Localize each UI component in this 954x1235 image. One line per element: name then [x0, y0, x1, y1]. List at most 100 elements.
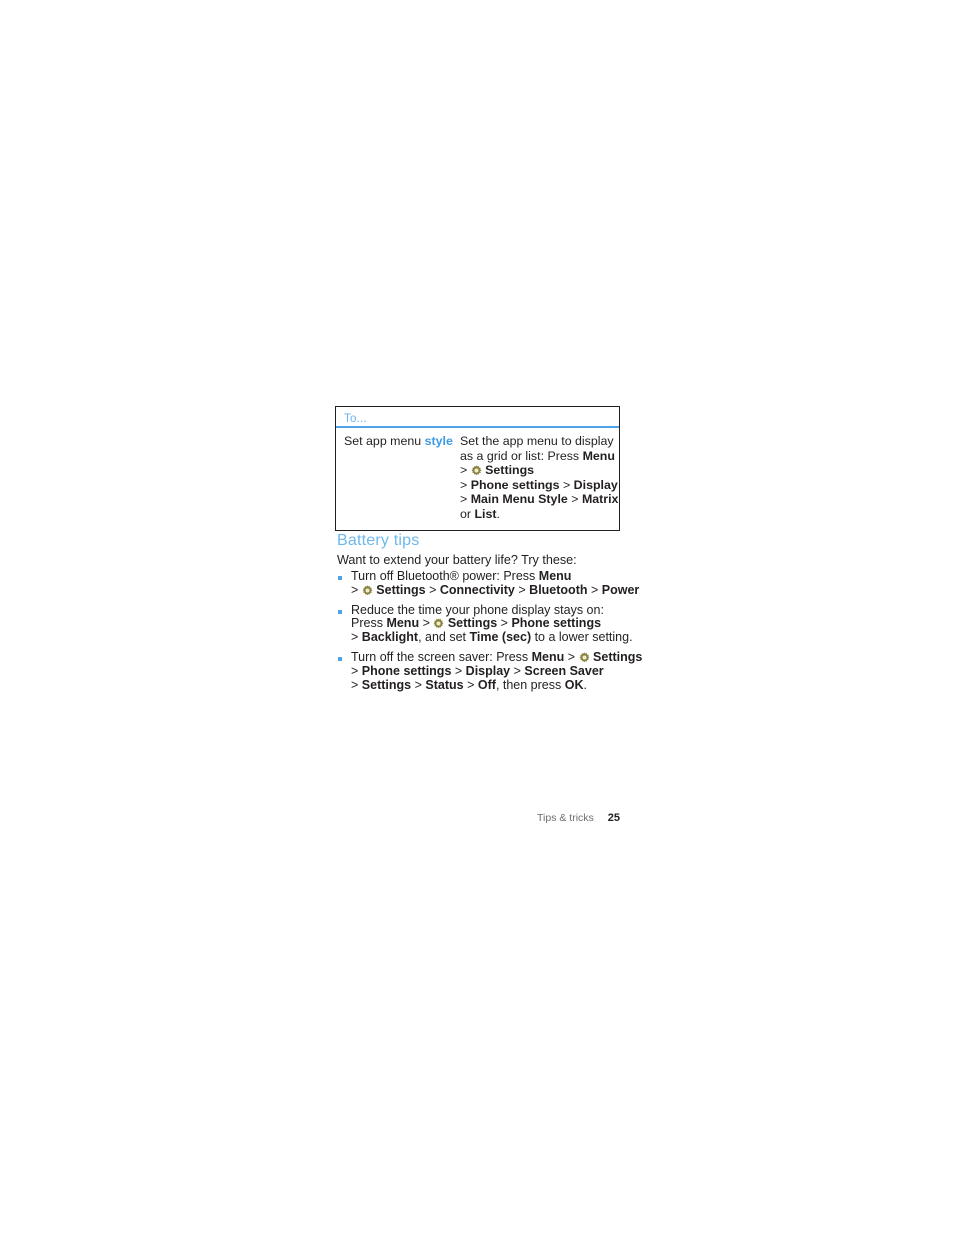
chevron-right-text: > [429, 582, 437, 597]
desc-line-2-plain: as a grid or list: Press [460, 448, 583, 463]
bullet-1-line-2: > Settings > Connectivity > Bluetooth > … [351, 582, 639, 598]
chevron-right-text: > [351, 677, 359, 692]
bullet-1-bold-connectivity: Connectivity [439, 582, 515, 597]
desc-line-6-end: . [496, 506, 500, 521]
document-page: To... Set app menu style Set the app men… [0, 0, 954, 1235]
chevron-right-text: > [467, 677, 475, 692]
table-header-row: To... [336, 407, 619, 428]
description-text: Set the app menu to display as a grid or… [460, 434, 619, 522]
bullet-1-line-1-bold: Menu [538, 569, 572, 583]
desc-line-6-bold: List [474, 506, 497, 521]
page-footer: Tips & tricks 25 [537, 812, 620, 824]
desc-line-1-text: Set the app menu to display [460, 434, 614, 448]
battery-tips-list: Turn off Bluetooth® power: Press Menu > … [337, 569, 642, 698]
desc-line-2: as a grid or list: Press Menu [460, 449, 619, 464]
chevron-right-text: > [351, 630, 359, 645]
bullet-1-bold-bluetooth: Bluetooth [529, 582, 588, 597]
task-text: Set app menu style [344, 434, 460, 449]
bullet-1-line-1-plain: Turn off Bluetooth® power: Press [351, 569, 539, 583]
gear-icon [579, 652, 590, 663]
bullet-3-bold-ok: OK [564, 677, 584, 692]
tips-table: To... Set app menu style Set the app men… [335, 406, 620, 531]
table-cell-task: Set app menu style [336, 434, 460, 522]
bullet-2-bold-backlight: Backlight [361, 630, 419, 645]
section-heading-battery-tips: Battery tips [337, 532, 420, 549]
bullet-3-bold-display: Display [465, 663, 511, 678]
desc-line-5-bold-2: Matrix [581, 492, 619, 507]
bullet-2-line-2: Press Menu > Settings > Phone settings [351, 616, 627, 631]
chevron-right-text: > [414, 677, 422, 692]
desc-line-4-bold-2: Display [573, 477, 618, 492]
chevron-right-text: > [567, 649, 576, 664]
bullet-3-line-3-end: . [583, 677, 587, 692]
bullet-3-bold-off: Off [477, 677, 496, 692]
desc-line-6: or List. [460, 507, 619, 522]
list-item: Turn off the screen saver: Press Menu > … [337, 649, 642, 693]
task-prefix: Set app menu [344, 434, 425, 448]
gear-icon [362, 585, 373, 596]
gear-icon [433, 618, 444, 629]
bullet-2-bold-menu: Menu [386, 616, 420, 631]
bullet-3-line-3: > Settings > Status > Off, then press OK… [351, 677, 627, 693]
bullet-3-bold-screen-saver: Screen Saver [524, 663, 604, 678]
bullet-2-line-1: Reduce the time your phone display stays… [351, 602, 604, 617]
chevron-right-text: > [351, 582, 359, 597]
chevron-right-text: > [571, 492, 579, 507]
footer-page-number: 25 [607, 812, 620, 824]
desc-line-3-bold: Settings [485, 463, 535, 478]
list-item: Reduce the time your phone display stays… [337, 602, 633, 645]
chevron-right-text: > [422, 616, 430, 631]
chevron-right-text: > [513, 663, 521, 678]
chevron-right-text: > [518, 582, 526, 597]
bullet-3-line-2: > Phone settings > Display > Screen Save… [351, 663, 627, 679]
bullet-square-icon [338, 656, 342, 661]
list-item-text: Reduce the time your phone display stays… [351, 602, 633, 645]
desc-line-3: > Settings [460, 463, 619, 478]
desc-line-2-bold: Menu [582, 448, 615, 463]
chevron-right-text: > [454, 663, 463, 678]
footer-section-label: Tips & tricks [537, 812, 594, 824]
list-item: Turn off Bluetooth® power: Press Menu > … [337, 569, 639, 598]
desc-line-4: > Phone settings > Display [460, 478, 619, 493]
chevron-right-text: > [562, 477, 571, 492]
chevron-right-text: > [351, 663, 359, 678]
list-item-text: Turn off Bluetooth® power: Press Menu > … [351, 569, 639, 598]
table-header-to-label: To... [344, 413, 367, 425]
desc-line-1: Set the app menu to display [460, 434, 619, 449]
bullet-3-bold-status: Status [425, 677, 464, 692]
bullet-3-bold-phone-settings: Phone settings [361, 663, 452, 678]
bullet-3-line-3-mid: , then press [495, 677, 565, 692]
bullet-2-line-3-end: to a lower setting. [531, 630, 633, 645]
chevron-right-text: > [590, 582, 599, 597]
bullet-3-bold-settings-2: Settings [361, 677, 412, 692]
chevron-right-text: > [500, 616, 508, 631]
bullet-square-icon [338, 576, 342, 580]
bullet-square-icon [338, 609, 342, 614]
task-highlight: style [424, 434, 453, 448]
section-intro-text: Want to extend your battery life? Try th… [337, 553, 577, 567]
bullet-1-bold-power: Power [601, 582, 640, 597]
chevron-right-text: > [460, 477, 468, 492]
table-row: Set app menu style Set the app menu to d… [336, 428, 619, 530]
table-cell-description: Set the app menu to display as a grid or… [460, 434, 619, 522]
bullet-2-bold-settings: Settings [447, 616, 498, 631]
bullet-3-bold-menu: Menu [531, 649, 565, 664]
desc-line-5: > Main Menu Style > Matrix [460, 492, 619, 507]
bullet-3-bold-settings: Settings [593, 649, 643, 664]
bullet-2-line-3-mid: , and set [418, 630, 470, 645]
bullet-3-line-1: Turn off the screen saver: Press Menu > … [351, 649, 642, 665]
desc-line-5-bold-1: Main Menu Style [470, 492, 568, 507]
bullet-3-line-1-plain: Turn off the screen saver: Press [351, 649, 532, 664]
bullet-2-line-3: > Backlight, and set Time (sec) to a low… [351, 630, 633, 645]
bullet-1-line-1: Turn off Bluetooth® power: Press Menu [351, 569, 627, 584]
list-item-text: Turn off the screen saver: Press Menu > … [351, 649, 642, 693]
bullet-2-bold-time-sec: Time (sec) [469, 630, 532, 645]
desc-line-4-bold-1: Phone settings [470, 477, 560, 492]
chevron-right-text: > [460, 463, 468, 478]
bullet-1-bold-settings: Settings [376, 582, 426, 597]
bullet-2-line-2-plain: Press [351, 616, 387, 631]
gear-icon [471, 465, 482, 476]
desc-line-6-plain: or [460, 506, 475, 521]
chevron-right-text: > [460, 492, 468, 507]
bullet-2-bold-phone-settings: Phone settings [511, 616, 602, 631]
